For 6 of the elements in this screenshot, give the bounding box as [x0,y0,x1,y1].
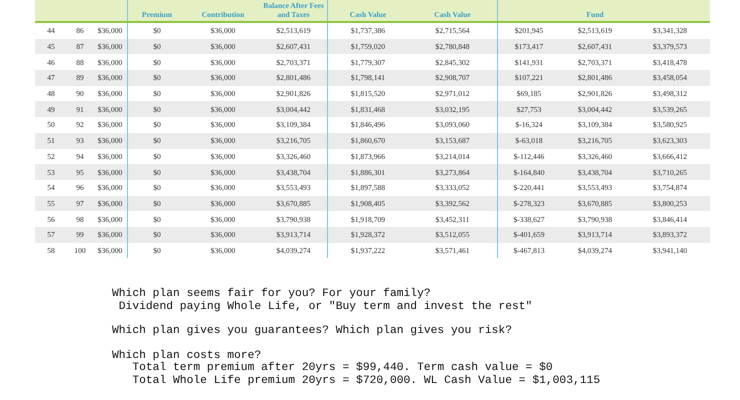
question-text: Total term premium after 20yrs = $99,440. Term cash value = $0 [131,362,554,374]
question-text: Dividend paying Whole Life, or "Buy term and invest the rest" [118,300,534,314]
question-text: Which plan seems fair for you? For your family? [112,288,432,300]
question-text: Total Whole Life premium 20yrs = $720,000. WL Cash Value = $1,003,115 [131,374,602,388]
question-text: Which plan gives you guarantees? Which plan gives you risk? [112,325,513,338]
question-text: Which plan costs more? [112,350,262,362]
